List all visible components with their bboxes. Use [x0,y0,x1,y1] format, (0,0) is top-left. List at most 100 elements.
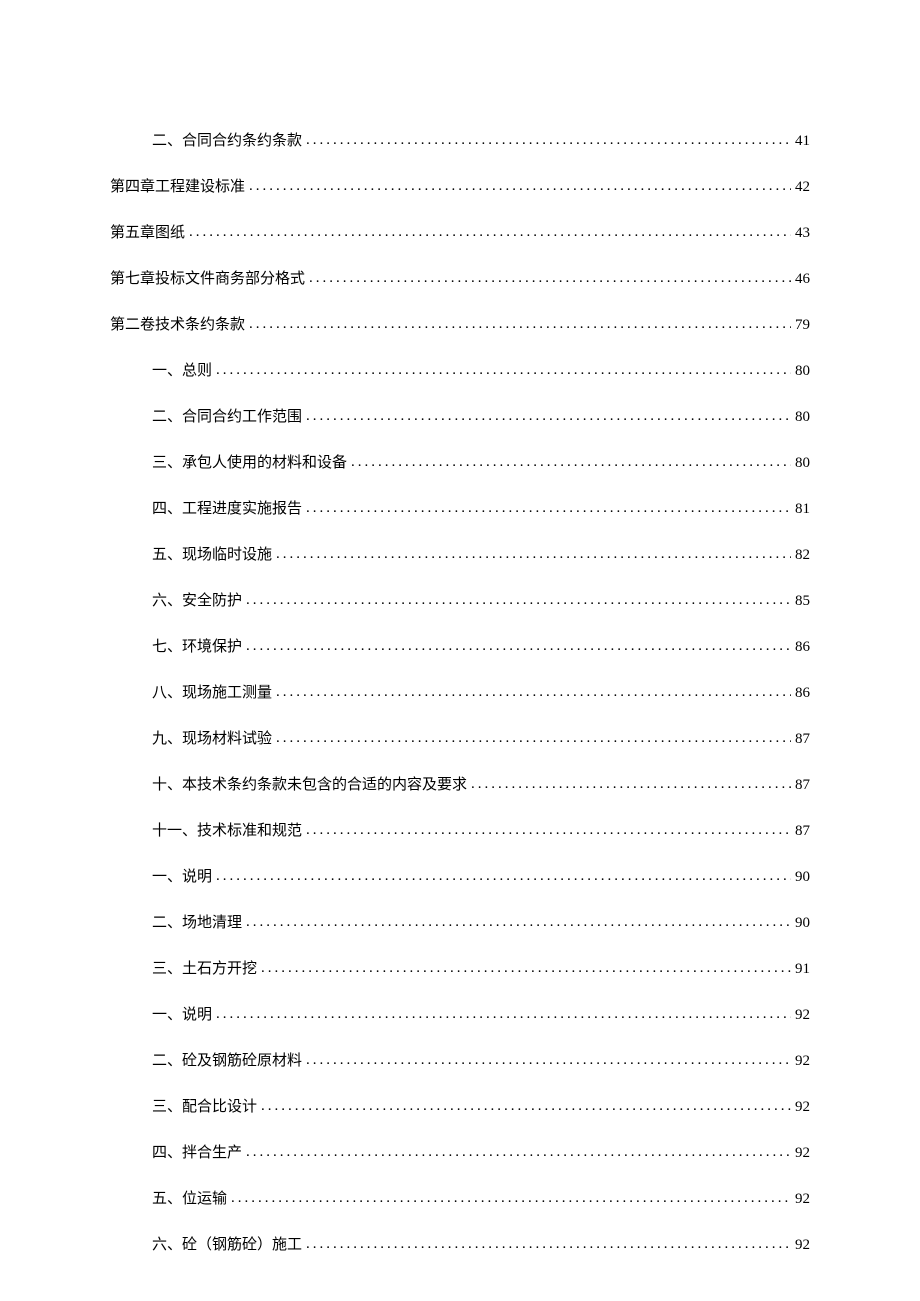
toc-leader-dots [306,406,791,421]
toc-entry-label: 九、现场材料试验 [152,729,272,750]
toc-entry[interactable]: 六、砼（钢筋砼）施工 92 [152,1234,810,1256]
toc-leader-dots [261,958,791,973]
toc-leader-dots [351,452,791,467]
toc-entry-label: 六、砼（钢筋砼）施工 [152,1235,302,1256]
toc-leader-dots [261,1096,791,1111]
toc-entry[interactable]: 二、合同合约工作范围 80 [152,406,810,428]
toc-leader-dots [246,912,791,927]
toc-leader-dots [246,1142,791,1157]
toc-entry-label: 三、土石方开挖 [152,959,257,980]
toc-leader-dots [471,774,791,789]
toc-entry[interactable]: 三、承包人使用的材料和设备 80 [152,452,810,474]
toc-leader-dots [249,176,791,191]
toc-leader-dots [249,314,791,329]
toc-leader-dots [231,1188,791,1203]
toc-entry-label: 一、总则 [152,361,212,382]
toc-entry[interactable]: 一、总则 80 [152,360,810,382]
toc-entry-label: 四、工程进度实施报告 [152,499,302,520]
toc-leader-dots [189,222,791,237]
toc-entry[interactable]: 五、现场临时设施 82 [152,544,810,566]
toc-leader-dots [306,1050,791,1065]
toc-entry-page: 92 [795,1097,810,1118]
toc-entry-page: 92 [795,1143,810,1164]
table-of-contents: 二、合同合约条约条款 41 第四章工程建设标准 42 第五章图纸 43 第七章投标文件商务部… [110,130,810,1256]
toc-entry[interactable]: 十一、技术标准和规范 87 [152,820,810,842]
toc-entry[interactable]: 八、现场施工测量 86 [152,682,810,704]
toc-entry-label: 三、承包人使用的材料和设备 [152,453,347,474]
toc-leader-dots [306,1234,791,1249]
toc-entry-page: 86 [795,637,810,658]
toc-entry-label: 第二卷技术条约条款 [110,315,245,336]
toc-entry[interactable]: 第二卷技术条约条款 79 [110,314,810,336]
toc-entry-page: 80 [795,407,810,428]
toc-entry-page: 87 [795,729,810,750]
toc-entry-label: 十、本技术条约条款未包含的合适的内容及要求 [152,775,467,796]
toc-entry-page: 82 [795,545,810,566]
toc-entry-page: 92 [795,1051,810,1072]
toc-entry[interactable]: 三、配合比设计 92 [152,1096,810,1118]
toc-entry-page: 43 [795,223,810,244]
toc-entry-label: 第四章工程建设标准 [110,177,245,198]
toc-entry-page: 80 [795,453,810,474]
toc-entry-page: 79 [795,315,810,336]
toc-entry[interactable]: 第四章工程建设标准 42 [110,176,810,198]
toc-leader-dots [276,728,791,743]
toc-leader-dots [306,130,791,145]
toc-entry-page: 92 [795,1005,810,1026]
toc-entry[interactable]: 三、土石方开挖 91 [152,958,810,980]
toc-leader-dots [276,544,791,559]
toc-entry-label: 一、说明 [152,1005,212,1026]
toc-entry-page: 87 [795,821,810,842]
toc-entry[interactable]: 九、现场材料试验 87 [152,728,810,750]
toc-entry-page: 92 [795,1235,810,1256]
toc-entry-label: 八、现场施工测量 [152,683,272,704]
toc-entry-page: 80 [795,361,810,382]
toc-entry-label: 第七章投标文件商务部分格式 [110,269,305,290]
toc-entry[interactable]: 第七章投标文件商务部分格式 46 [110,268,810,290]
toc-entry-label: 五、位运输 [152,1189,227,1210]
toc-entry-label: 五、现场临时设施 [152,545,272,566]
toc-entry-label: 二、合同合约工作范围 [152,407,302,428]
toc-entry-page: 85 [795,591,810,612]
toc-entry[interactable]: 二、合同合约条约条款 41 [152,130,810,152]
toc-entry-page: 91 [795,959,810,980]
toc-entry-page: 92 [795,1189,810,1210]
toc-leader-dots [246,590,791,605]
toc-leader-dots [216,866,791,881]
toc-entry-label: 一、说明 [152,867,212,888]
toc-entry-label: 二、场地清理 [152,913,242,934]
toc-entry[interactable]: 十、本技术条约条款未包含的合适的内容及要求 87 [152,774,810,796]
toc-entry[interactable]: 第五章图纸 43 [110,222,810,244]
toc-entry-page: 90 [795,867,810,888]
toc-entry[interactable]: 二、砼及钢筋砼原材料 92 [152,1050,810,1072]
toc-entry[interactable]: 一、说明 92 [152,1004,810,1026]
toc-entry[interactable]: 五、位运输 92 [152,1188,810,1210]
toc-entry-page: 86 [795,683,810,704]
toc-entry-label: 二、合同合约条约条款 [152,131,302,152]
toc-entry-page: 81 [795,499,810,520]
toc-entry-label: 三、配合比设计 [152,1097,257,1118]
toc-leader-dots [276,682,791,697]
toc-entry[interactable]: 六、安全防护 85 [152,590,810,612]
toc-leader-dots [216,360,791,375]
toc-entry-label: 二、砼及钢筋砼原材料 [152,1051,302,1072]
toc-entry[interactable]: 二、场地清理 90 [152,912,810,934]
toc-entry-page: 90 [795,913,810,934]
toc-leader-dots [216,1004,791,1019]
toc-entry[interactable]: 四、工程进度实施报告 81 [152,498,810,520]
toc-entry-label: 四、拌合生产 [152,1143,242,1164]
toc-entry[interactable]: 四、拌合生产 92 [152,1142,810,1164]
toc-leader-dots [306,498,791,513]
toc-entry-page: 41 [795,131,810,152]
toc-leader-dots [306,820,791,835]
toc-entry[interactable]: 一、说明 90 [152,866,810,888]
toc-entry-page: 87 [795,775,810,796]
toc-leader-dots [246,636,791,651]
toc-entry-label: 七、环境保护 [152,637,242,658]
toc-entry-label: 六、安全防护 [152,591,242,612]
toc-entry[interactable]: 七、环境保护 86 [152,636,810,658]
toc-entry-page: 46 [795,269,810,290]
toc-entry-label: 十一、技术标准和规范 [152,821,302,842]
toc-entry-page: 42 [795,177,810,198]
toc-entry-label: 第五章图纸 [110,223,185,244]
